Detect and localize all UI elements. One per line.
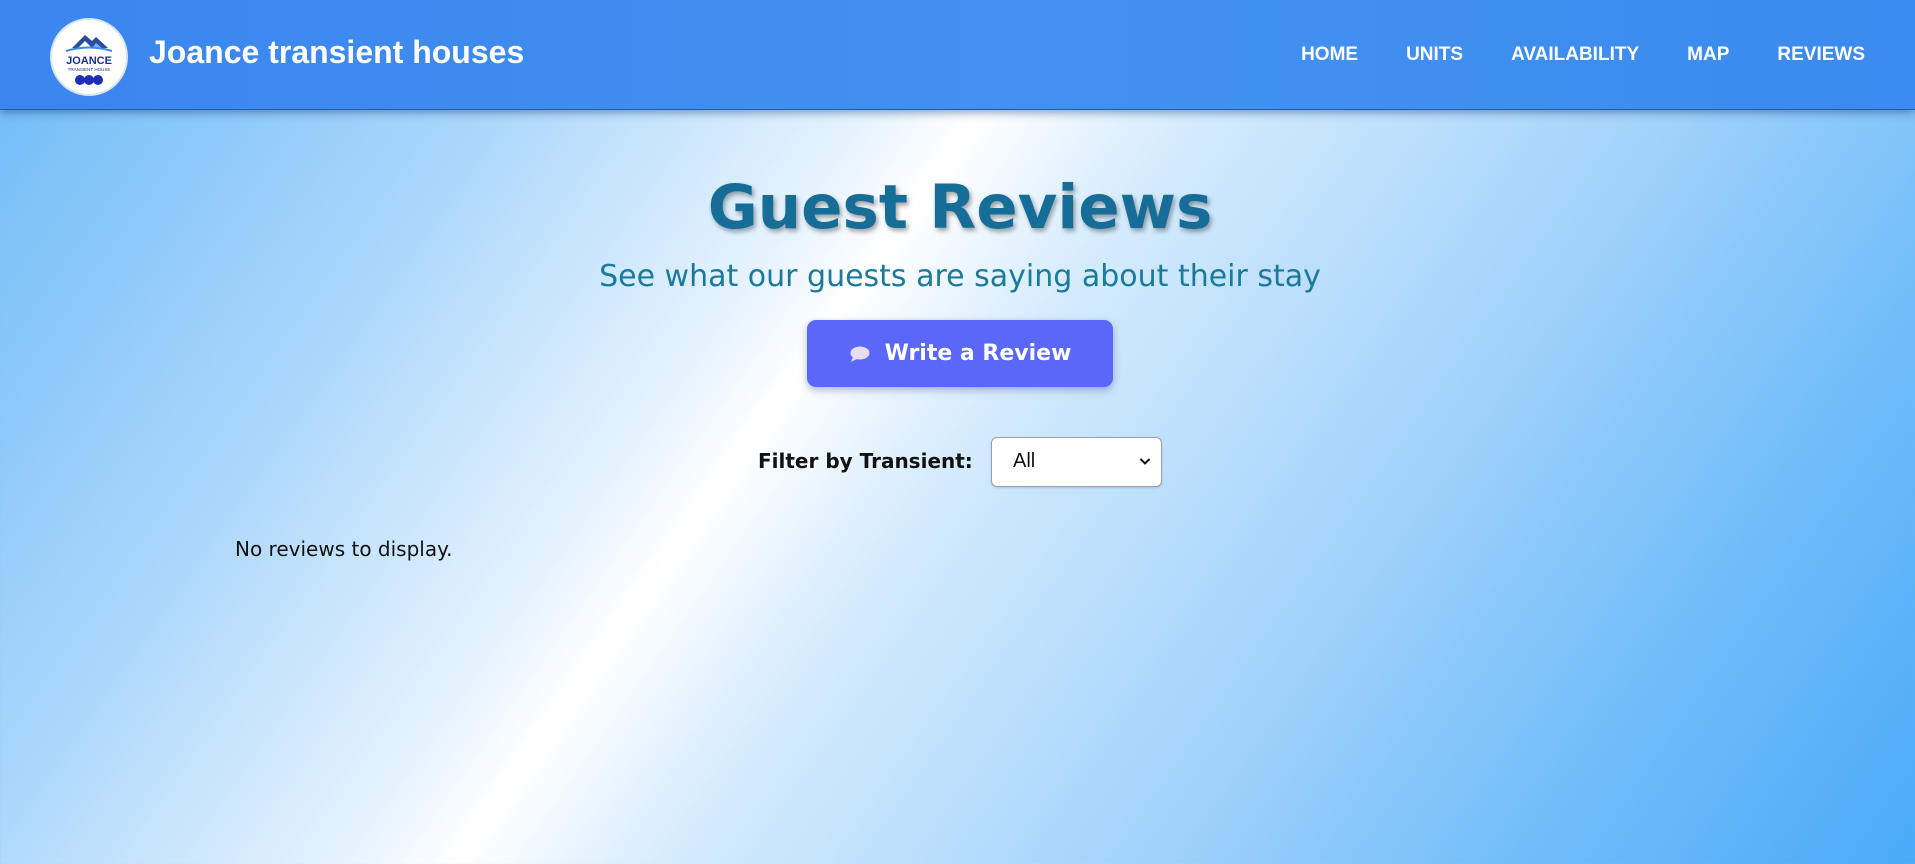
- house-logo-icon: JOANCE TRANSIENT HOUSE: [65, 35, 113, 85]
- brand-name[interactable]: Joance transient houses: [149, 34, 524, 71]
- transient-filter-select[interactable]: All: [991, 437, 1162, 487]
- page-subtitle: See what our guests are saying about the…: [599, 259, 1321, 294]
- write-review-label: Write a Review: [884, 341, 1072, 366]
- logo-subtext: TRANSIENT HOUSE: [68, 67, 111, 72]
- main-nav: HOME UNITS AVAILABILITY MAP REVIEWS: [1301, 44, 1865, 66]
- chevron-down-icon: [1139, 458, 1151, 465]
- nav-home[interactable]: HOME: [1301, 44, 1358, 66]
- nav-map[interactable]: MAP: [1687, 44, 1729, 66]
- nav-units[interactable]: UNITS: [1406, 44, 1463, 66]
- page-title: Guest Reviews: [707, 172, 1213, 243]
- empty-reviews-message: No reviews to display.: [235, 537, 453, 561]
- logo-text: JOANCE: [66, 55, 112, 67]
- speech-bubble-icon: [850, 346, 870, 362]
- filter-label: Filter by Transient:: [758, 449, 973, 473]
- nav-availability[interactable]: AVAILABILITY: [1511, 44, 1639, 66]
- filter-selected-value: All: [1013, 450, 1036, 472]
- write-review-button[interactable]: Write a Review: [807, 320, 1113, 387]
- top-navbar: JOANCE TRANSIENT HOUSE Joance transient …: [0, 0, 1915, 110]
- brand-logo[interactable]: JOANCE TRANSIENT HOUSE: [50, 18, 128, 96]
- nav-reviews[interactable]: REVIEWS: [1777, 44, 1865, 66]
